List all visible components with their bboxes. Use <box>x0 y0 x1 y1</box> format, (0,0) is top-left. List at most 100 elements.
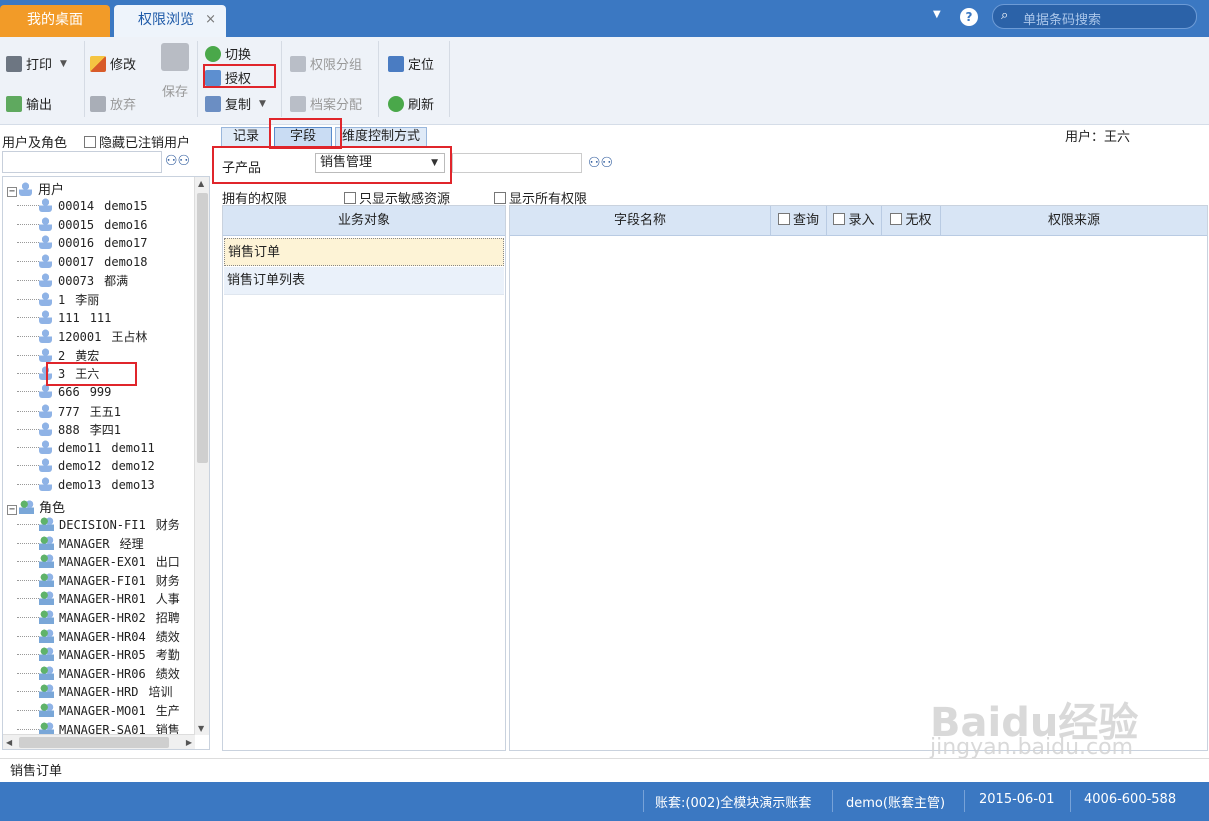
tab-my-desktop[interactable]: 我的桌面 <box>0 5 110 37</box>
checkbox-box[interactable] <box>84 136 96 148</box>
tree-item[interactable]: MANAGER-HRD 培训 <box>7 683 173 701</box>
column-query[interactable]: 查询 <box>771 206 827 236</box>
tree-item-code: demo12 <box>58 459 102 474</box>
scroll-thumb[interactable] <box>197 193 208 463</box>
tree-item[interactable]: MANAGER-HR05 考勤 <box>7 646 180 664</box>
edit-button[interactable]: 修改 <box>90 54 136 73</box>
archive-assign-button[interactable]: 档案分配 <box>290 94 362 113</box>
tab-permission-browse[interactable]: 权限浏览 × <box>114 5 226 37</box>
user-icon <box>39 309 52 324</box>
tree-connector <box>17 691 39 693</box>
tree-item[interactable]: MANAGER-EX01 出口 <box>7 553 180 571</box>
checkbox-box[interactable] <box>833 213 846 225</box>
tree-item[interactable]: MANAGER-HR01 人事 <box>7 590 180 608</box>
close-icon[interactable]: × <box>205 5 216 35</box>
status-bar: 账套:(002)全模块演示账套 demo(账套主管) 2015-06-01 40… <box>0 782 1209 821</box>
tree-item-name: 招聘 <box>155 611 180 625</box>
chevron-down-icon[interactable]: ▼ <box>60 59 67 69</box>
tree-item-name: 李丽 <box>75 293 100 307</box>
tree-item[interactable]: demo12 demo12 <box>7 458 155 476</box>
field-search-input[interactable] <box>452 153 582 173</box>
tree-item[interactable]: MANAGER 经理 <box>7 535 144 553</box>
search-input[interactable]: 单据条码搜索 <box>1023 9 1101 28</box>
tree-item[interactable]: MANAGER-HR04 绩效 <box>7 628 180 646</box>
role-icon <box>39 535 54 550</box>
refresh-button[interactable]: 刷新 <box>388 94 434 113</box>
tree-connector <box>17 299 39 300</box>
collapse-icon[interactable]: − <box>7 505 17 515</box>
tree-item-code: 120001 <box>58 330 102 345</box>
tree-node-roles[interactable]: − 角色 <box>7 497 65 516</box>
tree-item-code: 111 <box>58 310 80 325</box>
tree-horizontal-scrollbar[interactable]: ◀ ▶ <box>3 734 195 749</box>
tree-item[interactable]: 777 王五1 <box>7 403 121 421</box>
role-icon <box>39 610 54 624</box>
tree-item[interactable]: MANAGER-HR06 绩效 <box>7 665 180 683</box>
copy-button[interactable]: 复制 ▼ <box>205 94 266 113</box>
print-button[interactable]: 打印 ▼ <box>6 54 67 73</box>
tab-dimension-control[interactable]: 维度控制方式 <box>335 127 427 147</box>
user-icon <box>39 403 52 418</box>
tree-item[interactable]: 00014 demo15 <box>7 198 147 216</box>
tree-item[interactable]: 888 李四1 <box>7 421 121 439</box>
list-item-sales-order[interactable]: 销售订单 <box>224 238 504 266</box>
tree-vertical-scrollbar[interactable]: ▲ ▼ <box>194 177 209 735</box>
role-icon <box>39 684 54 699</box>
user-search-input[interactable] <box>2 151 162 173</box>
scroll-right-icon[interactable]: ▶ <box>186 738 192 747</box>
column-source[interactable]: 权限来源 <box>941 206 1207 236</box>
barcode-search[interactable]: ⌕ 单据条码搜索 <box>992 4 1197 29</box>
locate-button[interactable]: 定位 <box>388 54 434 73</box>
collapse-icon[interactable]: − <box>7 187 17 197</box>
switch-button[interactable]: 切换 <box>205 44 251 63</box>
tree-item[interactable]: 666 999 <box>7 384 111 402</box>
help-icon[interactable]: ? <box>960 8 978 26</box>
tree-item[interactable]: MANAGER-MO01 生产 <box>7 702 180 720</box>
panel-title: 用户及角色 <box>2 136 68 151</box>
export-button[interactable]: 输出 <box>6 94 52 113</box>
hide-cancelled-checkbox[interactable]: 隐藏已注销用户 <box>84 132 190 151</box>
scroll-left-icon[interactable]: ◀ <box>6 738 12 747</box>
binoculars-icon[interactable]: ⚇⚇ <box>165 153 190 169</box>
tree-item[interactable]: 1 李丽 <box>7 291 99 309</box>
tree-item[interactable]: 111 111 <box>7 309 111 328</box>
tree-item-name: 生产 <box>155 704 180 718</box>
save-button[interactable]: 保存 <box>161 43 189 100</box>
checkbox-box[interactable] <box>777 213 790 225</box>
perm-group-button[interactable]: 权限分组 <box>290 54 362 73</box>
chevron-down-icon[interactable]: ▼ <box>259 99 266 109</box>
tree-item[interactable]: 00073 都满 <box>7 272 128 290</box>
scroll-down-icon[interactable]: ▼ <box>198 724 204 733</box>
status-date: 2015-06-01 <box>979 792 1055 807</box>
tree-node-users[interactable]: − 用户 <box>7 179 64 198</box>
tree-item[interactable]: demo13 demo13 <box>7 477 155 495</box>
scroll-thumb[interactable] <box>19 737 169 748</box>
scroll-up-icon[interactable]: ▲ <box>198 179 204 188</box>
tree-item-name: demo11 <box>111 440 155 455</box>
checkbox-box[interactable] <box>494 192 506 204</box>
chevron-down-icon[interactable]: ▼ <box>933 9 941 20</box>
column-entry[interactable]: 录入 <box>827 206 882 236</box>
tree-item[interactable]: 120001 王占林 <box>7 328 147 346</box>
tree-item[interactable]: 00017 demo18 <box>7 253 147 272</box>
copy-label: 复制 <box>225 98 252 113</box>
tree-item-name: 都满 <box>104 274 129 289</box>
tree-item[interactable]: MANAGER-HR02 招聘 <box>7 609 180 627</box>
tree-item[interactable]: demo11 demo11 <box>7 439 155 458</box>
abandon-button[interactable]: 放弃 <box>90 94 136 113</box>
tree-item-code: 00073 <box>58 274 95 289</box>
tab-records[interactable]: 记录 <box>221 127 271 147</box>
user-icon <box>39 292 52 306</box>
binoculars-icon[interactable]: ⚇⚇ <box>588 155 613 171</box>
tree-item[interactable]: 00015 demo16 <box>7 216 147 235</box>
list-item-sales-order-list[interactable]: 销售订单列表 <box>224 267 504 295</box>
tree-item[interactable]: 00016 demo17 <box>7 235 147 253</box>
abandon-label: 放弃 <box>110 98 137 113</box>
checkbox-box[interactable] <box>344 192 356 204</box>
column-none[interactable]: 无权 <box>882 206 941 236</box>
tree-item[interactable]: DECISION-FI1 财务 <box>7 516 180 534</box>
edit-label: 修改 <box>110 58 137 73</box>
column-field-name[interactable]: 字段名称 <box>510 206 771 236</box>
tree-item[interactable]: MANAGER-FI01 财务 <box>7 572 180 590</box>
checkbox-box[interactable] <box>890 213 903 225</box>
